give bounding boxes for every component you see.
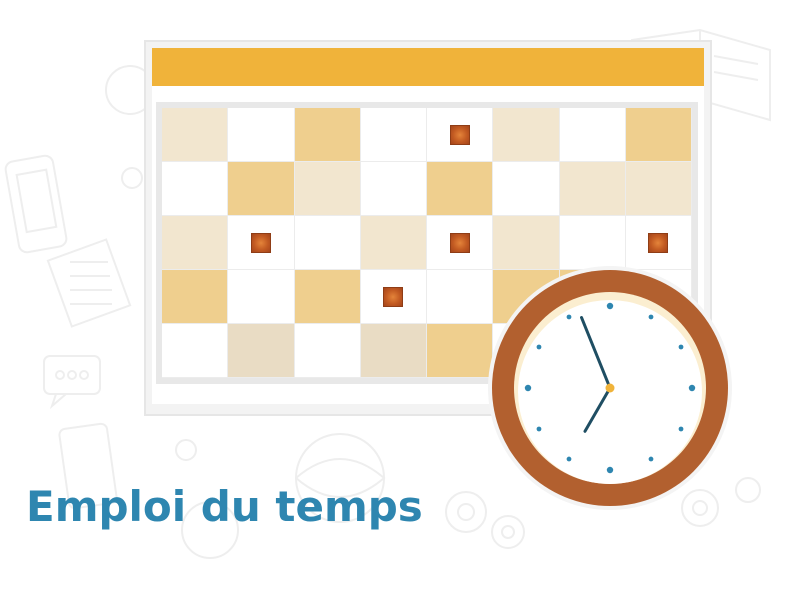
calendar-cell — [294, 324, 361, 378]
event-marker — [383, 286, 404, 307]
calendar-cell — [559, 162, 626, 216]
calendar-cell — [360, 108, 427, 162]
calendar-cell — [162, 162, 229, 216]
calendar-cell — [427, 162, 494, 216]
circle-doodle — [175, 439, 197, 461]
clock-tick — [566, 456, 572, 462]
calendar-cell — [228, 324, 295, 378]
circle-doodle — [121, 167, 143, 189]
event-marker — [648, 232, 669, 253]
building-icon — [46, 238, 132, 328]
calendar-cell — [625, 162, 692, 216]
clock-tick — [536, 426, 542, 432]
calendar-cell — [360, 216, 427, 270]
clock-tick — [566, 314, 572, 320]
clock-tick — [606, 466, 614, 474]
calendar-cell — [360, 324, 427, 378]
calendar-cell — [559, 108, 626, 162]
clock-tick — [648, 456, 654, 462]
event-marker — [250, 232, 271, 253]
page-title: Emploi du temps — [26, 482, 423, 531]
clock-icon — [488, 266, 732, 510]
calendar-cell — [228, 108, 295, 162]
clock-tick — [688, 384, 696, 392]
calendar-cell — [427, 108, 494, 162]
event-marker — [449, 124, 470, 145]
calendar-cell — [228, 162, 295, 216]
calendar-cell — [294, 162, 361, 216]
calendar-cell — [360, 270, 427, 324]
calendar-cell — [493, 162, 560, 216]
calendar-cell — [360, 162, 427, 216]
phone-icon — [4, 154, 68, 254]
calendar-header-bar — [152, 48, 704, 86]
clock-tick — [648, 314, 654, 320]
calendar-cell — [162, 324, 229, 378]
calendar-cell — [162, 216, 229, 270]
clock-tick — [524, 384, 532, 392]
clock-tick — [678, 344, 684, 350]
calendar-cell — [625, 108, 692, 162]
calendar-cell — [493, 108, 560, 162]
calendar-cell — [294, 216, 361, 270]
clock-tick — [678, 426, 684, 432]
calendar-cell — [228, 216, 295, 270]
chat-bubble-icon — [43, 355, 101, 410]
event-marker — [449, 232, 470, 253]
clock-center-pin — [605, 383, 615, 393]
clock-tick — [606, 302, 614, 310]
calendar-cell — [228, 270, 295, 324]
calendar-cell — [162, 270, 229, 324]
calendar-cell — [294, 270, 361, 324]
clock-tick — [536, 344, 542, 350]
calendar-cell — [294, 108, 361, 162]
calendar-cell — [162, 108, 229, 162]
